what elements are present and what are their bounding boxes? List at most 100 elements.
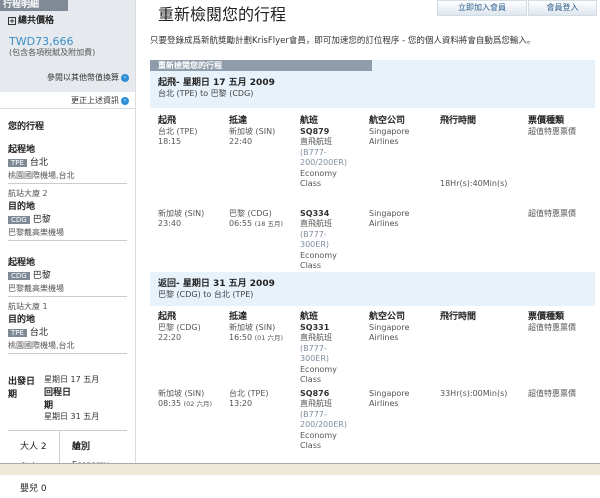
arrival-time: 16:50 [229,333,253,342]
column-header: 航空公司 [369,116,406,126]
airport-name: 桃園國際機場,台北 [8,168,127,184]
city: 台北 [29,328,48,338]
update-info-link[interactable]: 更正上述資訊 › [0,92,135,109]
departure-city: 新加坡 (SIN) [158,388,205,398]
airport-code: TPE [8,329,27,337]
departure-time: 22:20 [158,333,182,342]
cabin-class: Economy Class [300,168,337,189]
inbound-flights-table: 起飛 抵達 航班 航空公司 飛行時間 票價種類 巴黎 (CDG) 22:20 新加坡 (SI… [158,312,595,455]
column-header: 航班 [300,116,319,126]
aircraft-link[interactable]: (B777-300ER) [300,230,355,251]
terminal: 航站大廈 1 [8,302,48,311]
column-header: 起飛 [158,116,177,126]
airline: Singapore Airlines [369,322,410,343]
city: 巴黎 [32,271,51,281]
flight-number[interactable]: SQ334 [300,209,369,220]
flight-type: 直飛航班 [300,219,332,228]
city: 台北 [29,158,48,168]
aircraft-link[interactable]: (B777-200/200ER) [300,148,355,169]
airport-name: 巴黎戴高樂機場 [8,225,127,241]
column-header: 飛行時間 [440,116,477,126]
adults: 大人 2 [20,442,47,452]
arrival-city: 台北 (TPE) [229,388,269,398]
return-date: 星期日 31 五月 [44,412,100,421]
currency-convert-link[interactable]: 參閱以其他幣值換算 › [47,72,129,83]
expand-icon: + [8,17,16,25]
arrival-time: 22:40 [229,137,253,146]
class-label: 艙別 [72,442,91,452]
departure-time: 23:40 [158,219,182,228]
leg-1: 起程地 TPE 台北 桃園國際機場,台北 航站大廈 2 目的地 CDG 巴黎 巴黎戴… [8,142,127,241]
flight-number[interactable]: SQ876 [300,389,369,400]
departure-city: 巴黎 (CDG) [158,322,201,332]
airline: Singapore Airlines [369,388,410,409]
flight-row: 巴黎 (CDG) 22:20 新加坡 (SIN) 16:50 (01 六月) SQ3… [158,323,595,389]
arrival-date-note: (18 五月) [254,220,284,228]
terminal: 航站大廈 2 [8,189,48,198]
column-headers: 起飛 抵達 航班 航空公司 飛行時間 票價種類 [158,312,595,323]
column-header: 航空公司 [369,312,406,322]
city: 巴黎 [32,215,51,225]
column-headers: 起飛 抵達 航班 航空公司 飛行時間 票價種類 [158,116,595,127]
leg-2: 起程地 CDG 巴黎 巴黎戴高樂機場 航站大廈 1 目的地 TPE 台北 桃園國際機… [8,255,127,354]
arrival-date-note: (01 六月) [254,334,284,342]
departure-time: 08:35 [158,399,182,408]
arrival-time: 13:20 [229,399,253,408]
itinerary-details-tab[interactable]: 行程明細 [0,0,68,11]
arrival-time: 06:55 [229,219,253,228]
fare-type: 超值特惠票價 [528,126,576,136]
flight-type: 直飛航班 [300,137,332,146]
flight-number[interactable]: SQ879 [300,127,369,138]
cabin-class: Economy Class [300,250,337,271]
sidebar: 行程明細 + 總共價格 TWD73,666 (包含各項稅賦及附加費) 參閱以其他幣… [0,0,136,494]
total-duration: 18Hr(s):40Min(s) [440,178,508,188]
origin-label: 起程地 [8,145,36,155]
column-header: 飛行時間 [440,312,477,322]
fare-type: 超值特惠票價 [528,322,576,332]
depart-date: 星期日 17 五月 [44,375,100,384]
destination-label: 目的地 [8,315,36,325]
arrival-city: 巴黎 (CDG) [229,208,272,218]
infants: 嬰兒 0 [20,484,47,494]
inbound-date: 返回- 星期日 31 五月 2009 [158,279,275,289]
itinerary-title: 您的行程 [8,122,45,132]
price-note: (包含各項稅賦及附加費) [9,48,96,57]
column-header: 起飛 [158,312,177,322]
flight-row: 新加坡 (SIN) 08:35 (02 六月) 台北 (TPE) 13:20 SQ8… [158,389,595,455]
price-summary: 行程明細 + 總共價格 TWD73,666 (包含各項稅賦及附加費) 參閱以其他幣… [0,0,135,92]
outbound-header: 重新檢閱您的行程 起飛- 星期日 17 五月 2009 台北 (TPE) to 巴… [150,60,595,108]
krisflyer-note: 只要登錄成爲新航獎勵計劃KrisFlyer會員，即可加速您的訂位程序 - 您的個… [150,36,536,46]
depart-date-label: 出發日期 [8,377,36,400]
inbound-header: 返回- 星期日 31 五月 2009 巴黎 (CDG) to 台北 (TPE) [150,272,595,306]
total-price-toggle[interactable]: + 總共價格 [8,13,54,26]
aircraft-link[interactable]: (B777-300ER) [300,344,355,365]
airline: Singapore Airlines [369,208,410,229]
outbound-route: 台北 (TPE) to 巴黎 (CDG) [158,89,254,98]
column-header: 抵達 [229,312,248,322]
itinerary-summary: 您的行程 起程地 TPE 台北 桃園國際機場,台北 航站大廈 2 目的地 CDG 巴… [0,109,135,494]
airport-name: 巴黎戴高樂機場 [8,281,127,297]
departure-city: 新加坡 (SIN) [158,208,205,218]
flight-number[interactable]: SQ331 [300,323,369,334]
departure-city: 台北 (TPE) [158,126,198,136]
airport-code: CDG [8,216,30,224]
column-header: 抵達 [229,116,248,126]
airport-name: 桃園國際機場,台北 [8,338,127,354]
origin-label: 起程地 [8,258,36,268]
arrow-circle-icon: › [121,96,129,105]
flight-row: 新加坡 (SIN) 23:40 巴黎 (CDG) 06:55 (18 五月) SQ3… [158,209,595,275]
destination-label: 目的地 [8,202,36,212]
join-member-button[interactable]: 立即加入會員 [437,0,527,16]
fare-type: 超值特惠票價 [528,208,576,218]
member-login-button[interactable]: 會員登入 [528,0,597,16]
outbound-flights-table: 起飛 抵達 航班 航空公司 飛行時間 票價種類 台北 (TPE) 18:15 新加坡 (SI… [158,116,595,275]
column-header: 票價種類 [528,312,565,322]
departure-date-note: (02 六月) [183,400,213,408]
departure-time: 18:15 [158,137,182,146]
travel-dates: 出發日期 星期日 17 五月 回程日期 星期日 31 五月 [8,374,127,422]
aircraft-link[interactable]: (B777-200/200ER) [300,410,355,431]
fare-type: 超值特惠票價 [528,388,576,398]
airport-code: TPE [8,159,27,167]
status-bar [0,463,600,475]
airport-code: CDG [8,272,30,280]
